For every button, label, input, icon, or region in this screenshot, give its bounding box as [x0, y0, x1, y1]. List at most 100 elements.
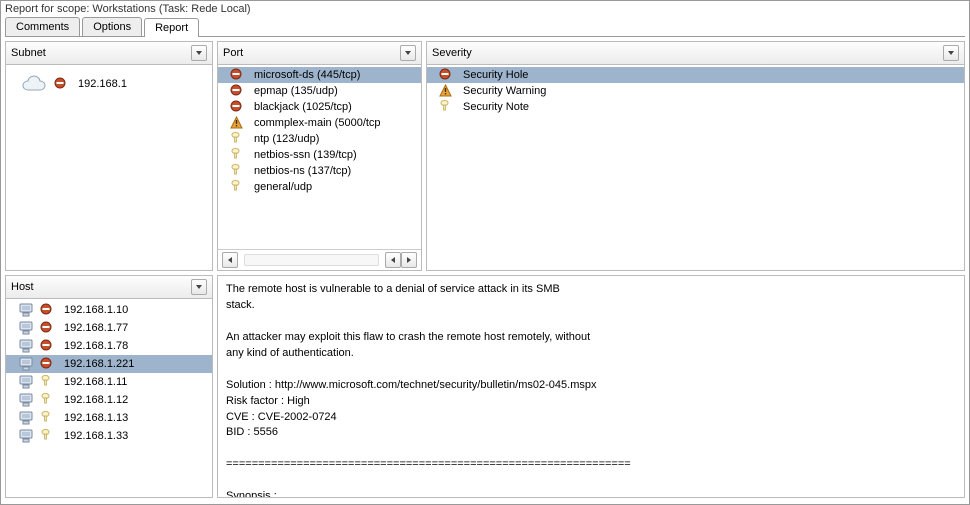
- window-title: Report for scope: Workstations (Task: Re…: [1, 1, 969, 15]
- host-label: 192.168.1.221: [60, 357, 138, 371]
- tab-bar: CommentsOptionsReport: [5, 17, 965, 37]
- host-item[interactable]: 192.168.1.13: [6, 409, 212, 427]
- severity-hole-icon: [230, 100, 244, 114]
- host-icon: [18, 374, 34, 390]
- host-item[interactable]: 192.168.1.78: [6, 337, 212, 355]
- subnet-list[interactable]: 192.168.1: [6, 65, 212, 270]
- port-label: epmap (135/udp): [250, 84, 342, 98]
- severity-list[interactable]: Security HoleSecurity WarningSecurity No…: [427, 65, 964, 270]
- content-grid: Subnet 192.168.1 Port microsoft-ds (445/…: [1, 37, 969, 502]
- port-label: netbios-ssn (139/tcp): [250, 148, 361, 162]
- port-item[interactable]: commplex-main (5000/tcp: [218, 115, 421, 131]
- arrow-left-icon: [228, 257, 232, 263]
- port-item[interactable]: epmap (135/udp): [218, 83, 421, 99]
- subnet-panel: Subnet 192.168.1: [5, 41, 213, 271]
- severity-dropdown-button[interactable]: [943, 45, 959, 61]
- host-item[interactable]: 192.168.1.221: [6, 355, 212, 373]
- severity-hole-icon: [54, 77, 68, 91]
- severity-note-icon: [230, 180, 244, 194]
- severity-warning-icon: [439, 84, 453, 98]
- severity-hole-icon: [230, 84, 244, 98]
- port-label: commplex-main (5000/tcp: [250, 116, 385, 130]
- port-label: netbios-ns (137/tcp): [250, 164, 355, 178]
- host-label: 192.168.1.10: [60, 303, 132, 317]
- host-label: 192.168.1.12: [60, 393, 132, 407]
- tab-options[interactable]: Options: [82, 17, 142, 36]
- severity-note-icon: [230, 148, 244, 162]
- host-item[interactable]: 192.168.1.11: [6, 373, 212, 391]
- port-item[interactable]: general/udp: [218, 179, 421, 195]
- severity-note-icon: [439, 100, 453, 114]
- host-label: 192.168.1.33: [60, 429, 132, 443]
- subnet-item[interactable]: 192.168.1: [6, 67, 212, 101]
- host-dropdown-button[interactable]: [191, 279, 207, 295]
- scroll-left-button[interactable]: [222, 252, 238, 268]
- scroll-left2-button[interactable]: [385, 252, 401, 268]
- tab-comments[interactable]: Comments: [5, 17, 80, 36]
- host-icon: [18, 356, 34, 372]
- host-item[interactable]: 192.168.1.33: [6, 427, 212, 445]
- severity-hole-icon: [40, 339, 54, 353]
- port-dropdown-button[interactable]: [400, 45, 416, 61]
- port-label: microsoft-ds (445/tcp): [250, 68, 364, 82]
- severity-hole-icon: [230, 68, 244, 82]
- chevron-down-icon: [196, 51, 202, 55]
- detail-panel: The remote host is vulnerable to a denia…: [217, 275, 965, 498]
- severity-note-icon: [230, 164, 244, 178]
- severity-hole-icon: [40, 357, 54, 371]
- severity-note-icon: [40, 429, 54, 443]
- subnet-header: Subnet: [6, 42, 212, 65]
- chevron-down-icon: [948, 51, 954, 55]
- host-item[interactable]: 192.168.1.77: [6, 319, 212, 337]
- severity-label: Security Hole: [459, 68, 532, 82]
- arrow-left-icon: [391, 257, 395, 263]
- chevron-down-icon: [196, 285, 202, 289]
- arrow-right-icon: [407, 257, 411, 263]
- port-header-label: Port: [223, 47, 243, 59]
- severity-hole-icon: [439, 68, 453, 82]
- tab-report[interactable]: Report: [144, 18, 199, 37]
- host-panel: Host 192.168.1.10 192.168.1.77192.168.1.7…: [5, 275, 213, 498]
- severity-item[interactable]: Security Warning: [427, 83, 964, 99]
- severity-header: Severity: [427, 42, 964, 65]
- severity-hole-icon: [40, 303, 54, 317]
- host-header-label: Host: [11, 281, 34, 293]
- severity-item[interactable]: Security Hole: [427, 67, 964, 83]
- detail-text[interactable]: The remote host is vulnerable to a denia…: [218, 276, 964, 497]
- host-item[interactable]: 192.168.1.10: [6, 301, 212, 319]
- subnet-label: 192.168.1: [74, 77, 131, 91]
- window-title-text: Report for scope: Workstations (Task: Re…: [5, 3, 251, 15]
- severity-note-icon: [40, 411, 54, 425]
- scroll-right-button[interactable]: [401, 252, 417, 268]
- host-label: 192.168.1.13: [60, 411, 132, 425]
- port-label: blackjack (1025/tcp): [250, 100, 356, 114]
- severity-label: Security Note: [459, 100, 533, 114]
- cloud-icon: [20, 73, 48, 95]
- host-header: Host: [6, 276, 212, 299]
- severity-note-icon: [40, 393, 54, 407]
- severity-item[interactable]: Security Note: [427, 99, 964, 115]
- port-item[interactable]: blackjack (1025/tcp): [218, 99, 421, 115]
- host-icon: [18, 338, 34, 354]
- severity-header-label: Severity: [432, 47, 472, 59]
- subnet-dropdown-button[interactable]: [191, 45, 207, 61]
- port-header: Port: [218, 42, 421, 65]
- host-item[interactable]: 192.168.1.12: [6, 391, 212, 409]
- report-window: Report for scope: Workstations (Task: Re…: [0, 0, 970, 505]
- host-label: 192.168.1.11: [60, 375, 131, 389]
- port-item[interactable]: ntp (123/udp): [218, 131, 421, 147]
- top-right-grid: Port microsoft-ds (445/tcp) epmap (135/ud…: [217, 41, 965, 271]
- port-panel: Port microsoft-ds (445/tcp) epmap (135/ud…: [217, 41, 422, 271]
- horizontal-scrollbar[interactable]: [244, 254, 379, 266]
- port-item[interactable]: netbios-ns (137/tcp): [218, 163, 421, 179]
- port-item[interactable]: microsoft-ds (445/tcp): [218, 67, 421, 83]
- port-list[interactable]: microsoft-ds (445/tcp) epmap (135/udp) bla…: [218, 65, 421, 249]
- host-icon: [18, 320, 34, 336]
- host-list[interactable]: 192.168.1.10 192.168.1.77192.168.1.78 192.…: [6, 299, 212, 497]
- host-icon: [18, 392, 34, 408]
- severity-note-icon: [230, 132, 244, 146]
- port-scroll-toolbar: [218, 249, 421, 270]
- severity-note-icon: [40, 375, 54, 389]
- severity-hole-icon: [40, 321, 54, 335]
- port-item[interactable]: netbios-ssn (139/tcp): [218, 147, 421, 163]
